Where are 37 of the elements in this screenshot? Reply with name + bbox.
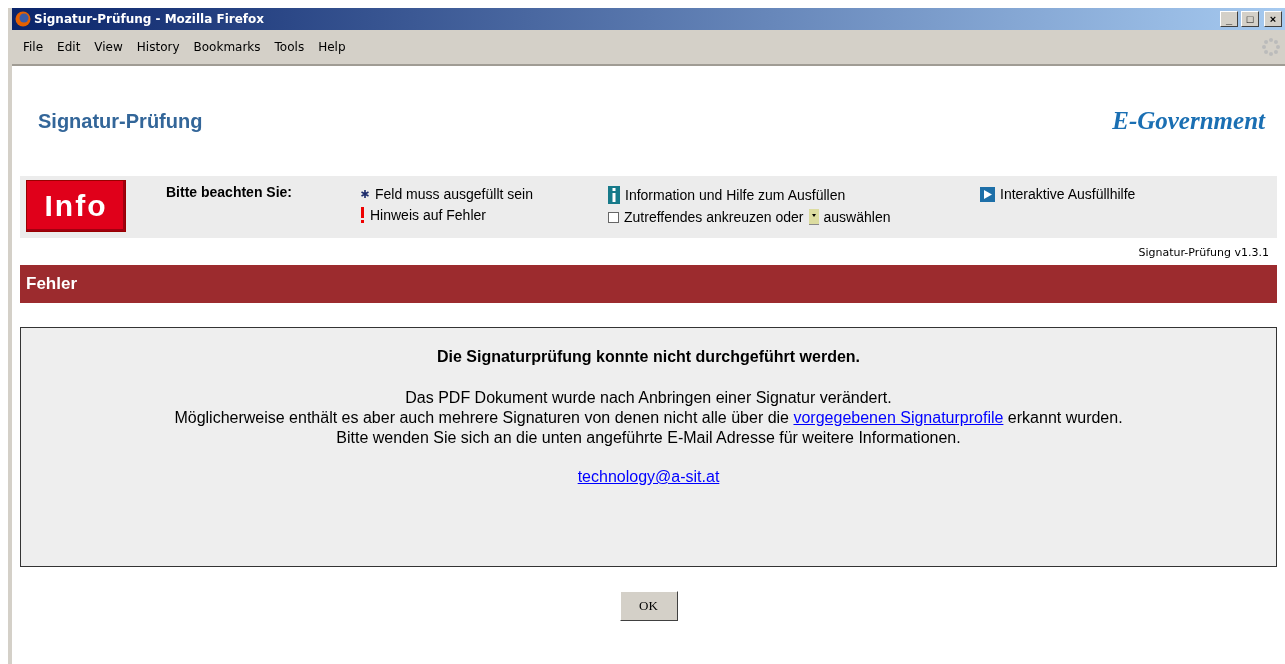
- asterisk-icon: [360, 189, 370, 199]
- email-link[interactable]: technology@a-sit.at: [577, 468, 720, 486]
- window-title: Signatur-Prüfung - Mozilla Firefox: [34, 12, 265, 26]
- legend-text: Interaktive Ausfüllhilfe: [1000, 186, 1136, 202]
- profiles-link[interactable]: vorgegebenen Signaturprofile: [793, 409, 1004, 426]
- play-icon: [980, 186, 995, 202]
- message-text: Bitte wenden Sie sich an die unten angeführte E-Mail Adresse für weitere Informationen.: [336, 428, 961, 448]
- message-text: Das PDF Dokument wurde nach Anbringen einer Signatur verändert.: [405, 388, 892, 408]
- legend-text: auswählen: [823, 209, 891, 225]
- legend-text: Information und Hilfe zum Ausfüllen: [625, 187, 846, 203]
- minimize-button[interactable]: _: [1220, 11, 1238, 27]
- message-heading: Die Signaturprüfung konnte nicht durchgeführt werden.: [436, 348, 861, 366]
- page-title: Signatur-Prüfung: [38, 109, 203, 133]
- info-icon: [608, 186, 620, 204]
- legend-text: Feld muss ausgefüllt sein: [375, 186, 533, 202]
- version-label: Signatur-Prüfung v1.3.1: [1138, 246, 1269, 259]
- menu-item[interactable]: Edit: [50, 38, 88, 56]
- ok-button[interactable]: OK: [619, 591, 678, 621]
- close-button[interactable]: ×: [1264, 11, 1282, 27]
- menu-item[interactable]: Bookmarks: [186, 38, 268, 56]
- exclamation-icon: [360, 207, 365, 223]
- menu-item[interactable]: View: [87, 38, 130, 56]
- dropdown-icon: [808, 209, 819, 225]
- info-badge: Info: [26, 180, 126, 232]
- message-text: Möglicherweise enthält es aber auch mehrere Signaturen von denen nicht alle über die vorgegebenen Signaturprofile erkannt wurden.: [174, 408, 1123, 428]
- section-title: Fehler: [26, 274, 78, 294]
- menu-item[interactable]: History: [129, 38, 187, 56]
- menu-item[interactable]: File: [16, 38, 51, 56]
- menu-item[interactable]: Help: [311, 38, 353, 56]
- maximize-button[interactable]: □: [1241, 11, 1259, 27]
- logo: E-Government: [1112, 107, 1265, 135]
- legend-text: Hinweis auf Fehler: [370, 207, 486, 223]
- legend-text: Zutreffendes ankreuzen oder: [624, 209, 804, 225]
- notice-heading: Bitte beachten Sie:: [166, 184, 294, 200]
- throbber-icon: [1261, 37, 1281, 57]
- menu-item[interactable]: Tools: [267, 38, 312, 56]
- checkbox-icon: [608, 211, 619, 223]
